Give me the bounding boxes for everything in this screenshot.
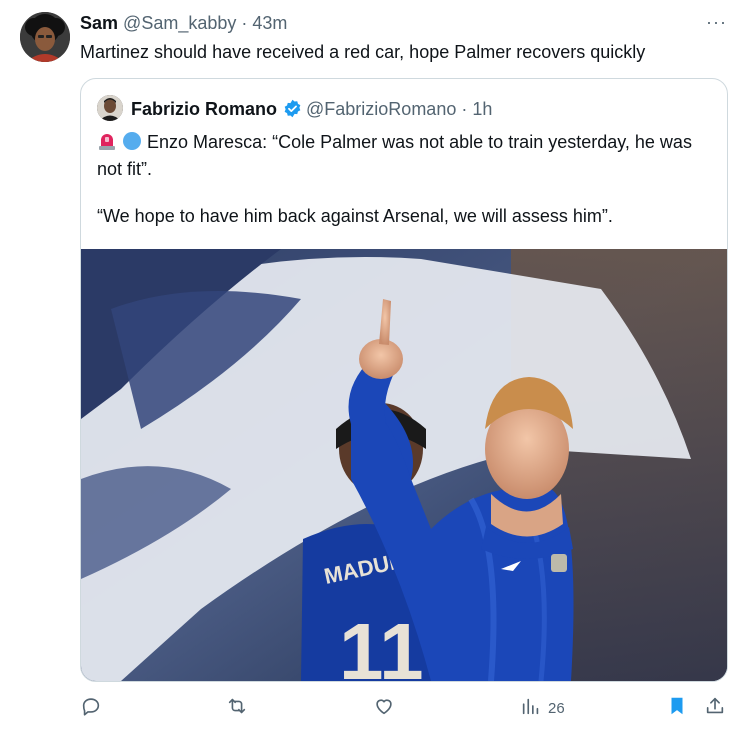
quote-photo[interactable]: MADUEKE 11 xyxy=(81,249,727,681)
heart-icon xyxy=(373,695,395,722)
quote-header: Fabrizio Romano @FabrizioRomano · 1h xyxy=(131,97,492,121)
shirt-number: 11 xyxy=(339,607,424,681)
quote-author-name[interactable]: Fabrizio Romano xyxy=(131,99,277,119)
quote-text-2: “We hope to have him back against Arsena… xyxy=(97,206,613,226)
author-handle[interactable]: @Sam_kabby xyxy=(123,13,236,33)
quote-author-handle[interactable]: @FabrizioRomano xyxy=(306,99,456,119)
siren-emoji-icon xyxy=(97,131,117,157)
retweet-button[interactable] xyxy=(226,696,248,720)
share-icon xyxy=(704,695,726,722)
retweet-icon xyxy=(226,695,248,722)
tweet-header: Sam @Sam_kabby · 43m xyxy=(80,12,287,34)
separator: · xyxy=(241,13,248,33)
views-chart-icon xyxy=(520,695,542,722)
quote-timestamp[interactable]: 1h xyxy=(472,99,492,119)
reply-icon xyxy=(80,695,102,722)
quote-text-line1: Enzo Maresca: “Cole Palmer was not able … xyxy=(97,130,707,181)
timestamp[interactable]: 43m xyxy=(252,13,287,33)
more-options-icon[interactable]: ··· xyxy=(706,12,727,33)
like-button[interactable] xyxy=(373,696,395,720)
share-button[interactable] xyxy=(704,696,726,720)
blue-circle-emoji-icon xyxy=(122,131,142,157)
reply-button[interactable] xyxy=(80,696,102,720)
tweet[interactable]: Sam @Sam_kabby · 43m ··· Martinez should… xyxy=(0,0,749,732)
views-count: 26 xyxy=(548,699,565,717)
tweet-text: Martinez should have received a red car,… xyxy=(80,42,646,62)
avatar[interactable] xyxy=(20,12,70,62)
views-button[interactable]: 26 xyxy=(520,696,565,720)
action-bar: 26 xyxy=(0,690,749,726)
verified-badge-icon xyxy=(283,99,302,118)
quote-avatar[interactable] xyxy=(97,95,123,121)
author-name[interactable]: Sam xyxy=(80,13,118,33)
quote-separator: · xyxy=(461,99,468,119)
bookmark-button[interactable] xyxy=(666,696,688,720)
bookmark-icon xyxy=(666,695,688,722)
quoted-tweet[interactable]: Fabrizio Romano @FabrizioRomano · 1h Enzo… xyxy=(80,78,728,682)
quote-text-1: Enzo Maresca: “Cole Palmer was not able … xyxy=(97,132,692,179)
